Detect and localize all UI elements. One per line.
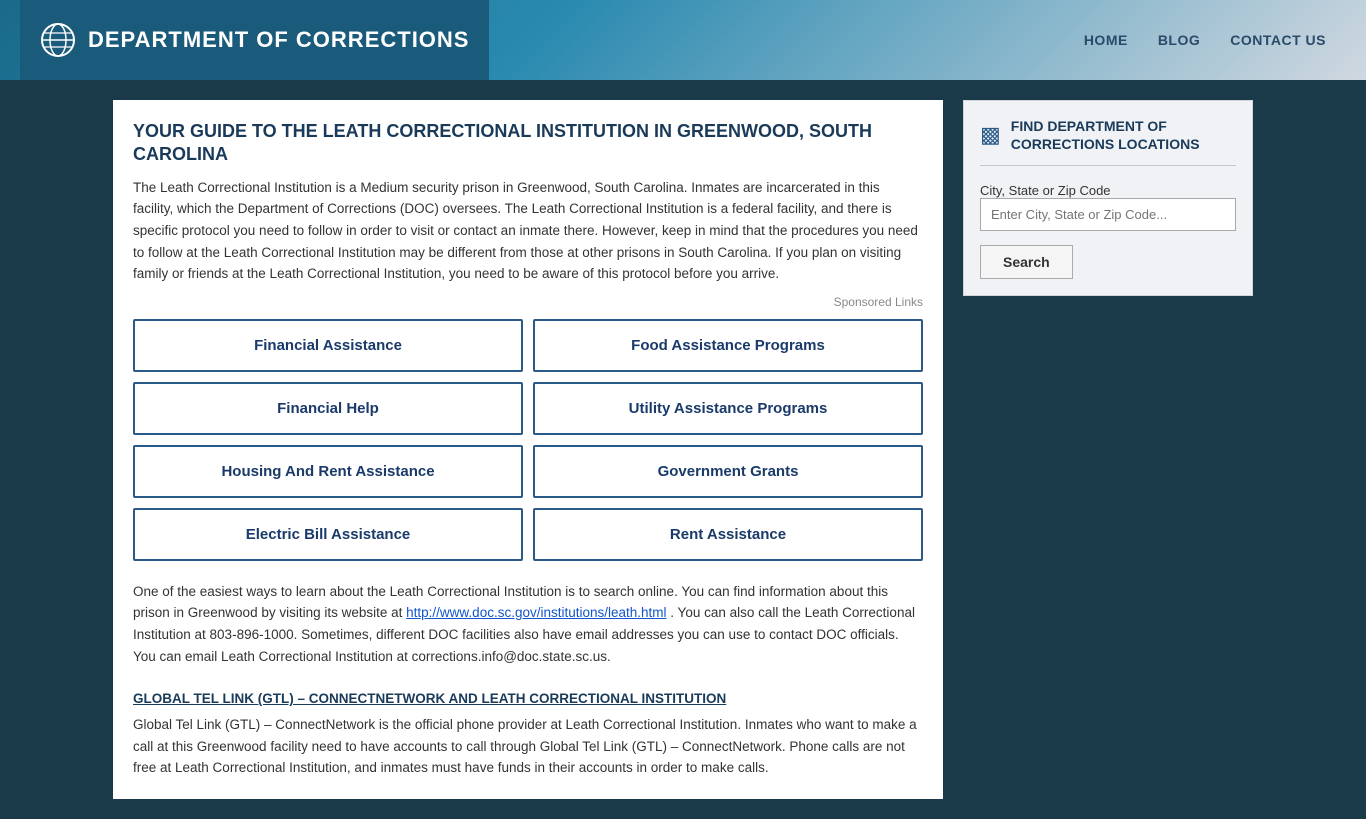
assistance-btn-6[interactable]: Electric Bill Assistance [133, 508, 523, 561]
bar-chart-icon: ▩ [980, 122, 1001, 148]
assistance-btn-2[interactable]: Financial Help [133, 382, 523, 435]
sidebar: ▩ FIND DEPARTMENT OF CORRECTIONS LOCATIO… [963, 100, 1253, 799]
assistance-btn-0[interactable]: Financial Assistance [133, 319, 523, 372]
nav-home[interactable]: HOME [1084, 32, 1128, 48]
page-title: YOUR GUIDE TO THE LEATH CORRECTIONAL INS… [133, 120, 923, 167]
sidebar-header: ▩ FIND DEPARTMENT OF CORRECTIONS LOCATIO… [980, 117, 1236, 166]
nav-contact[interactable]: CONTACT US [1230, 32, 1326, 48]
page-description: The Leath Correctional Institution is a … [133, 177, 923, 285]
sidebar-title: FIND DEPARTMENT OF CORRECTIONS LOCATIONS [1011, 117, 1236, 153]
globe-icon [40, 22, 76, 58]
assistance-btn-1[interactable]: Food Assistance Programs [533, 319, 923, 372]
main-wrapper: YOUR GUIDE TO THE LEATH CORRECTIONAL INS… [103, 100, 1263, 799]
assistance-btn-4[interactable]: Housing And Rent Assistance [133, 445, 523, 498]
assistance-btn-7[interactable]: Rent Assistance [533, 508, 923, 561]
nav-blog[interactable]: BLOG [1158, 32, 1200, 48]
header: DEPARTMENT OF CORRECTIONS HOME BLOG CONT… [0, 0, 1366, 80]
website-link[interactable]: http://www.doc.sc.gov/institutions/leath… [406, 605, 666, 620]
site-title: DEPARTMENT OF CORRECTIONS [88, 27, 469, 53]
content-area: YOUR GUIDE TO THE LEATH CORRECTIONAL INS… [113, 100, 943, 799]
zip-input[interactable] [980, 198, 1236, 231]
assistance-btn-5[interactable]: Government Grants [533, 445, 923, 498]
header-brand: DEPARTMENT OF CORRECTIONS [20, 0, 489, 80]
gtl-description: Global Tel Link (GTL) – ConnectNetwork i… [133, 714, 923, 779]
assistance-btn-3[interactable]: Utility Assistance Programs [533, 382, 923, 435]
main-nav: HOME BLOG CONTACT US [1084, 32, 1346, 48]
search-button[interactable]: Search [980, 245, 1073, 279]
gtl-title: GLOBAL TEL LINK (GTL) – CONNECTNETWORK A… [133, 691, 923, 706]
sponsored-links: Sponsored Links [133, 295, 923, 309]
button-grid: Financial AssistanceFood Assistance Prog… [133, 319, 923, 561]
city-state-label: City, State or Zip Code [980, 183, 1111, 198]
second-paragraph: One of the easiest ways to learn about t… [133, 581, 923, 667]
find-locations-box: ▩ FIND DEPARTMENT OF CORRECTIONS LOCATIO… [963, 100, 1253, 296]
